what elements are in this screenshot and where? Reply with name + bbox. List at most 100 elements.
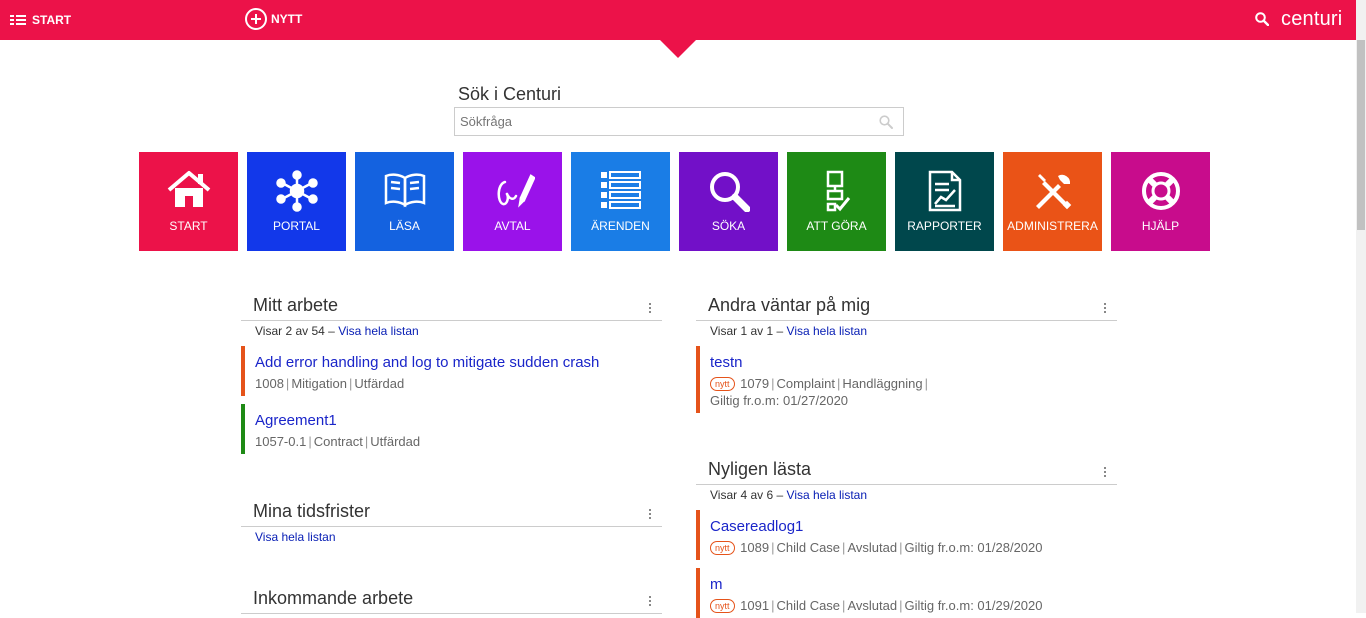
item-status: Utfärdad: [354, 376, 405, 391]
item-title-link[interactable]: m: [710, 576, 1117, 593]
item-title-link[interactable]: Casereadlog1: [710, 518, 1117, 535]
item-valid-from: Giltig fr.o.m: 01/29/2020: [904, 598, 1043, 613]
item-type: Contract: [313, 434, 363, 449]
list-icon: [571, 170, 670, 212]
item-status: Avslutad: [847, 540, 898, 555]
new-badge: nytt: [710, 377, 735, 391]
result-count: Visar 2 av 54: [255, 324, 325, 338]
book-icon: [355, 170, 454, 212]
panel-header: Mina tidsfrister: [241, 499, 662, 527]
tile-avtal[interactable]: AVTAL: [463, 152, 562, 251]
tile-label: AVTAL: [494, 219, 531, 233]
panel-header: Mitt arbete: [241, 293, 662, 321]
item-status: Avslutad: [847, 598, 898, 613]
checklist-icon: [787, 170, 886, 212]
dash-separator: –: [776, 324, 784, 338]
start-menu-button[interactable]: START: [10, 13, 71, 27]
list-item[interactable]: testn nytt 1079 | Complaint | Handläggning | …: [696, 346, 1117, 413]
panel-title: Andra väntar på mig: [708, 295, 871, 315]
search-heading: Sök i Centuri: [458, 84, 562, 104]
item-meta: 1008 | Mitigation | Utfärdad: [255, 376, 405, 391]
item-id: 1079: [740, 376, 770, 391]
item-type: Child Case: [776, 598, 841, 613]
panel-title: Nyligen lästa: [708, 459, 812, 479]
item-title-link[interactable]: Agreement1: [255, 412, 662, 429]
item-id: 1057-0.1: [255, 434, 307, 449]
item-valid-from: Giltig fr.o.m: 01/27/2020: [710, 393, 849, 408]
more-options-icon[interactable]: [649, 509, 652, 521]
network-icon: [247, 170, 346, 212]
magnifier-icon: [679, 170, 778, 212]
tile-lasa[interactable]: LÄSA: [355, 152, 454, 251]
panel-title: Inkommande arbete: [253, 588, 414, 608]
more-options-icon[interactable]: [1104, 303, 1107, 315]
panel-andra-vantar: Andra väntar på mig Visar 1 av 1 – Visa …: [696, 293, 1117, 413]
panel-summary: Visar 4 av 6 – Visa hela listan: [710, 488, 1117, 502]
tile-hjalp[interactable]: HJÄLP: [1111, 152, 1210, 251]
panel-header: Inkommande arbete: [241, 586, 662, 614]
lifebuoy-icon: [1111, 170, 1210, 212]
item-id: 1008: [255, 376, 284, 391]
top-bar: START NYTT centuri: [0, 0, 1356, 40]
list-item[interactable]: Casereadlog1 nytt 1089 | Child Case | Avslut…: [696, 510, 1117, 560]
tile-rapporter[interactable]: RAPPORTER: [895, 152, 994, 251]
tile-administrera[interactable]: ADMINISTRERA: [1003, 152, 1102, 251]
tile-soka[interactable]: SÖKA: [679, 152, 778, 251]
item-id: 1089: [740, 540, 770, 555]
tile-label: RAPPORTER: [907, 219, 982, 233]
tile-label: PORTAL: [273, 219, 320, 233]
signature-icon: [463, 170, 562, 212]
show-full-list-link[interactable]: Visa hela listan: [787, 324, 868, 338]
grid-menu-icon: [10, 15, 26, 25]
new-badge: nytt: [710, 541, 735, 555]
item-meta: 1057-0.1 | Contract | Utfärdad: [255, 434, 421, 449]
search-input[interactable]: [455, 108, 860, 135]
panel-summary: Visa hela listan: [255, 530, 662, 544]
tile-label: ADMINISTRERA: [1007, 219, 1098, 233]
panel-nyligen-lasta: Nyligen lästa Visar 4 av 6 – Visa hela l…: [696, 457, 1117, 618]
tile-label: ATT GÖRA: [806, 219, 867, 233]
item-status: Utfärdad: [370, 434, 421, 449]
item-type: Complaint: [776, 376, 835, 391]
result-count: Visar 1 av 1: [710, 324, 774, 338]
search-icon[interactable]: [1255, 12, 1270, 31]
list-item[interactable]: Agreement1 1057-0.1 | Contract | Utfärdad: [241, 404, 662, 454]
show-full-list-link[interactable]: Visa hela listan: [787, 488, 868, 502]
page-scrollbar[interactable]: [1356, 0, 1366, 613]
show-full-list-link[interactable]: Visa hela listan: [255, 530, 336, 544]
search-box: [454, 107, 904, 136]
item-title-link[interactable]: testn: [710, 354, 1117, 371]
item-type: Child Case: [776, 540, 841, 555]
item-valid-from: Giltig fr.o.m: 01/28/2020: [904, 540, 1043, 555]
list-item[interactable]: Add error handling and log to mitigate s…: [241, 346, 662, 396]
more-options-icon[interactable]: [649, 596, 652, 608]
brand-logo[interactable]: centuri: [1281, 8, 1342, 31]
tile-portal[interactable]: PORTAL: [247, 152, 346, 251]
panel-title: Mitt arbete: [253, 295, 339, 315]
header-notch: [660, 40, 696, 58]
module-tiles: START PORTAL LÄSA AVTAL ÄRENDEN SÖKA ATT…: [139, 152, 1219, 251]
tile-label: ÄRENDEN: [591, 219, 650, 233]
search-submit-icon[interactable]: [879, 115, 893, 134]
new-button[interactable]: NYTT: [245, 8, 302, 30]
start-menu-label: START: [32, 13, 72, 27]
more-options-icon[interactable]: [649, 303, 652, 315]
panel-title: Mina tidsfrister: [253, 501, 371, 521]
panel-summary: Visar 1 av 1 – Visa hela listan: [710, 324, 1117, 338]
tile-att-gora[interactable]: ATT GÖRA: [787, 152, 886, 251]
item-id: 1091: [740, 598, 770, 613]
result-count: Visar 4 av 6: [710, 488, 774, 502]
dash-separator: –: [328, 324, 335, 338]
show-full-list-link[interactable]: Visa hela listan: [338, 324, 419, 338]
item-title-link[interactable]: Add error handling and log to mitigate s…: [255, 354, 662, 371]
dash-separator: –: [776, 488, 784, 502]
tile-start[interactable]: START: [139, 152, 238, 251]
tile-arenden[interactable]: ÄRENDEN: [571, 152, 670, 251]
more-options-icon[interactable]: [1104, 467, 1107, 479]
plus-circle-icon: [245, 8, 267, 30]
panel-inkommande-arbete: Inkommande arbete: [241, 586, 662, 614]
list-item[interactable]: m nytt 1091 | Child Case | Avslutad | Giltig f…: [696, 568, 1117, 618]
scrollbar-thumb[interactable]: [1357, 40, 1365, 230]
report-icon: [895, 170, 994, 212]
panel-header: Andra väntar på mig: [696, 293, 1117, 321]
